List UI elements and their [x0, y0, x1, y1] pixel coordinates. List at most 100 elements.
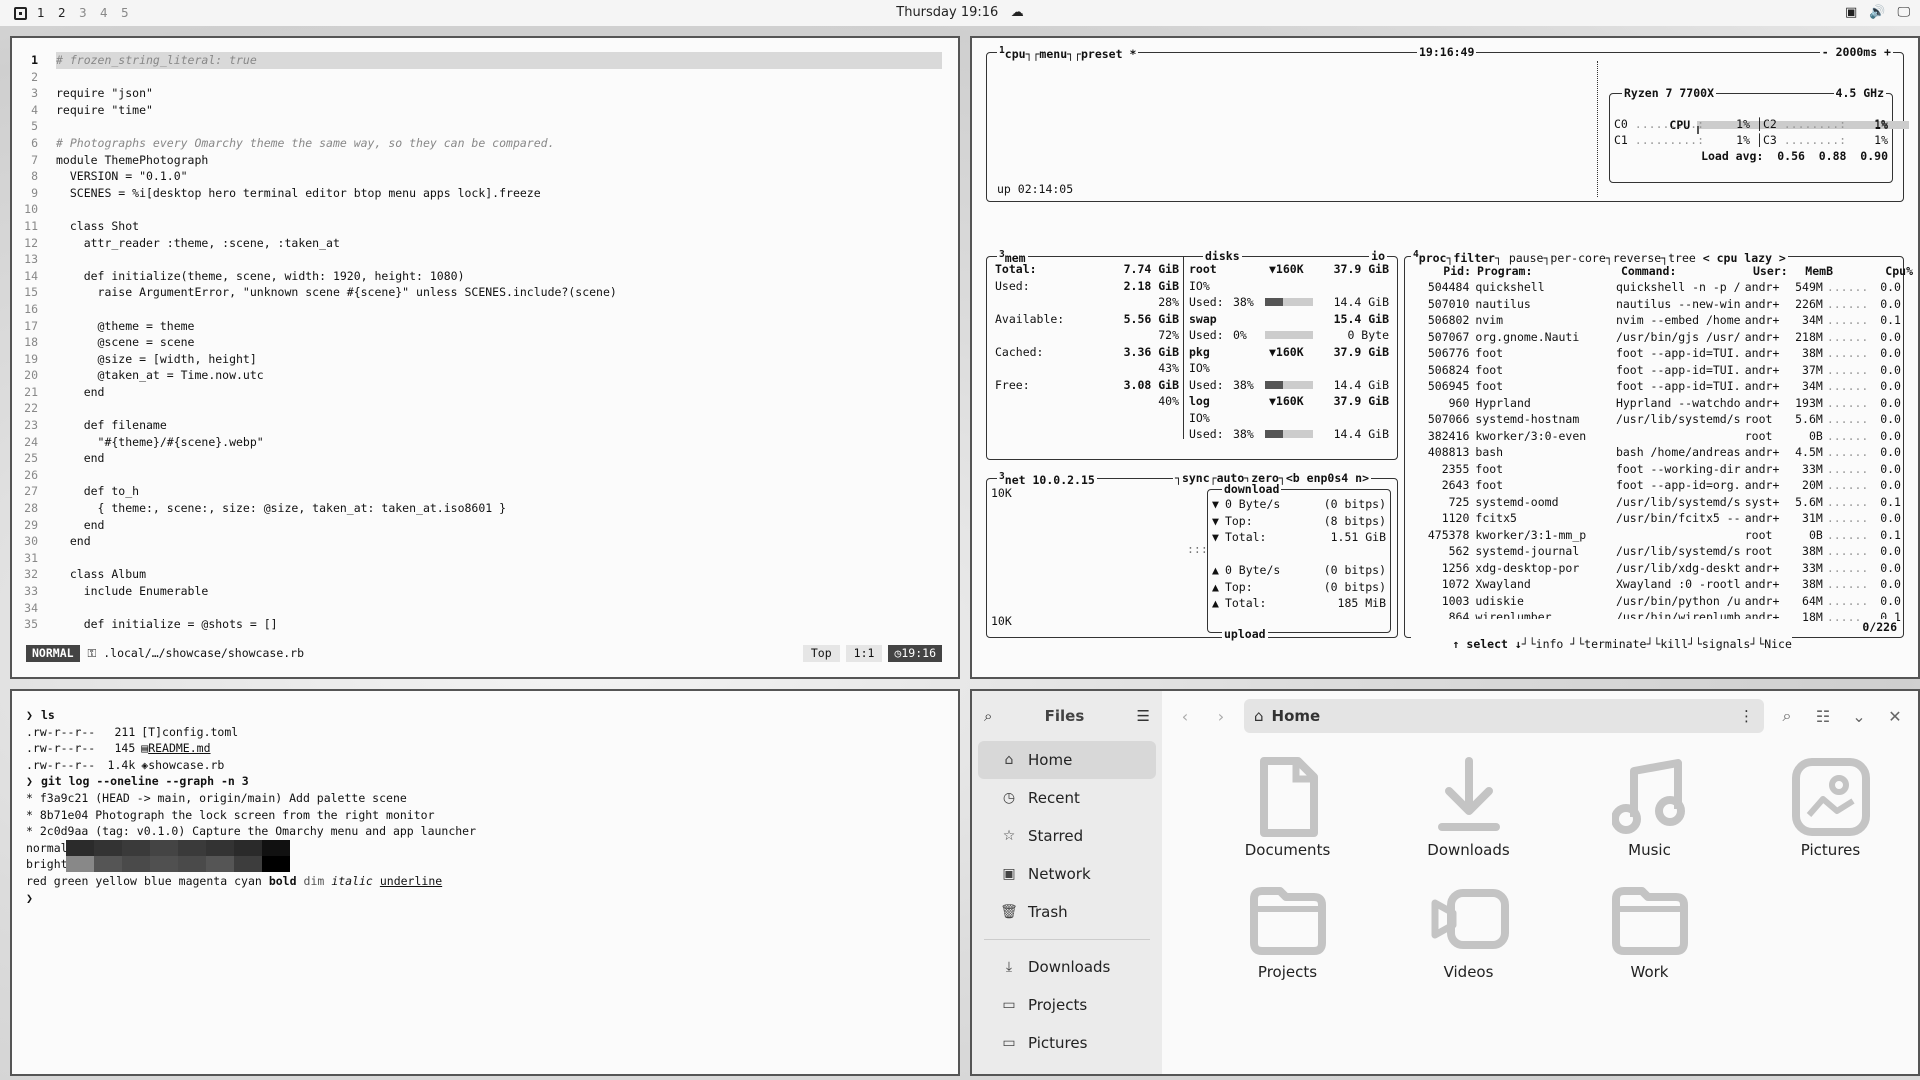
disk-name-row[interactable]: log ▼160K 37.9 GiB — [1189, 393, 1389, 410]
editor-line[interactable]: 14 def initialize(theme, scene, width: 1… — [12, 268, 958, 285]
editor-line[interactable]: 32 class Album — [12, 566, 958, 583]
editor-line[interactable]: 28 { theme:, scene:, size: @size, taken_… — [12, 500, 958, 517]
editor-line[interactable]: 12 attr_reader :theme, :scene, :taken_at — [12, 235, 958, 252]
sidebar-item-recent[interactable]: ◷ Recent — [978, 779, 1156, 817]
editor-line[interactable]: 29 end — [12, 517, 958, 534]
folder-documents[interactable]: Documents — [1197, 751, 1378, 859]
process-row[interactable]: 475378 kworker/3:1-mm_p root 0B...... 0.1 — [1405, 527, 1901, 544]
editor-line[interactable]: 11 class Shot — [12, 218, 958, 235]
editor-line[interactable]: 26 — [12, 467, 958, 484]
editor-line[interactable]: 10 — [12, 201, 958, 218]
editor-line[interactable]: 19 @size = [width, height] — [12, 351, 958, 368]
editor-line[interactable]: 2 — [12, 69, 958, 86]
editor-line[interactable]: 23 def filename — [12, 417, 958, 434]
terminal-prompt[interactable]: ❯ — [26, 890, 944, 907]
menu-icon[interactable]: ☰ — [1137, 707, 1150, 725]
path-home[interactable]: Home — [1272, 707, 1321, 725]
process-row[interactable]: 562 systemd-journal/usr/lib/systemd/s root… — [1405, 543, 1901, 560]
process-row[interactable]: 507066 systemd-hostnam/usr/lib/systemd/s r… — [1405, 411, 1901, 428]
editor-line[interactable]: 30 end — [12, 533, 958, 550]
editor-line[interactable]: 18 @scene = scene — [12, 334, 958, 351]
editor-line[interactable]: 20 @taken_at = Time.now.utc — [12, 367, 958, 384]
back-icon[interactable]: ‹ — [1172, 707, 1198, 726]
sidebar-item-downloads[interactable]: ⤓ Downloads — [978, 948, 1156, 986]
path-bar[interactable]: ⌂ Home ⋮ — [1244, 699, 1764, 733]
editor-line[interactable]: 13 — [12, 251, 958, 268]
editor-line[interactable]: 21 end — [12, 384, 958, 401]
folder-downloads[interactable]: Downloads — [1378, 751, 1559, 859]
view-list-icon[interactable]: ☷ — [1810, 707, 1836, 726]
editor-buffer[interactable]: 1 # frozen_string_literal: true 2 3 require … — [12, 52, 958, 633]
editor-line[interactable]: 33 include Enumerable — [12, 583, 958, 600]
process-row[interactable]: 504484 quickshell quickshell -n -p / andr+ 5… — [1405, 279, 1901, 296]
editor-window[interactable]: 1 # frozen_string_literal: true 2 3 require … — [10, 36, 960, 679]
folder-videos[interactable]: Videos — [1378, 873, 1559, 981]
disk-name-row[interactable]: pkg ▼160K 37.9 GiB — [1189, 344, 1389, 361]
editor-line[interactable]: 25 end — [12, 450, 958, 467]
editor-line[interactable]: 7 module ThemePhotograph — [12, 152, 958, 169]
btop-window[interactable]: 1cpu┐┌menu┐┌preset * 19:16:49 - 2000ms +… — [970, 36, 1920, 679]
view-options-icon[interactable]: ⌄ — [1846, 707, 1872, 726]
search-folder-icon[interactable]: ⌕ — [1774, 706, 1800, 726]
sidebar-item-projects[interactable]: ▭ Projects — [978, 986, 1156, 1024]
process-row[interactable]: 506776 foot foot --app-id=TUI. andr+ 38M....… — [1405, 345, 1901, 362]
process-row[interactable]: 725 systemd-oomd/usr/lib/systemd/s syst+ 5.… — [1405, 494, 1901, 511]
cpu-box-tabs[interactable]: 1cpu┐┌menu┐┌preset * — [997, 45, 1139, 61]
folder-work[interactable]: Work — [1559, 873, 1740, 981]
process-row[interactable]: 960 Hyprland Hyprland --watchdo andr+ 193M..… — [1405, 395, 1901, 412]
editor-line[interactable]: 35 def initialize = @shots = [] — [12, 616, 958, 633]
sidebar-item-home[interactable]: ⌂ Home — [978, 741, 1156, 779]
editor-line[interactable]: 31 — [12, 550, 958, 567]
editor-line[interactable]: 27 def to_h — [12, 483, 958, 500]
editor-line[interactable]: 6 # Photographs every Omarchy theme the s… — [12, 135, 958, 152]
search-icon[interactable]: ⌕ — [984, 707, 992, 725]
editor-line[interactable]: 16 — [12, 301, 958, 318]
process-row[interactable]: 506824 foot foot --app-id=TUI. andr+ 37M....… — [1405, 362, 1901, 379]
proc-header[interactable]: Pid: Program: Command: User: MemB Cpu% — [1405, 263, 1913, 280]
sidebar-item-network[interactable]: ▣ Network — [978, 855, 1156, 893]
editor-line[interactable]: 34 — [12, 600, 958, 617]
editor-line[interactable]: 9 SCENES = %i[desktop hero terminal edit… — [12, 185, 958, 202]
forward-icon[interactable]: › — [1208, 707, 1234, 726]
process-row[interactable]: 382416 kworker/3:0-even root 0B...... 0.0 — [1405, 428, 1901, 445]
volume-icon[interactable]: 🔊 — [1869, 5, 1885, 20]
editor-line[interactable]: 15 raise ArgumentError, "unknown scene #… — [12, 284, 958, 301]
process-row[interactable]: 506802 nvim nvim --embed /home andr+ 34M....… — [1405, 312, 1901, 329]
process-row[interactable]: 507067 org.gnome.Nauti/usr/bin/gjs /usr/a… — [1405, 329, 1901, 346]
path-menu-icon[interactable]: ⋮ — [1739, 707, 1754, 725]
process-row[interactable]: 1003 udiskie/usr/bin/python /u andr+ 64M...… — [1405, 593, 1901, 610]
files-window[interactable]: ⌕ Files ☰ ⌂ Home ◷ Recent ☆ Starred ▣ Network 🗑 T… — [970, 689, 1920, 1076]
disk-name-row[interactable]: root ▼160K 37.9 GiB — [1189, 261, 1389, 278]
editor-line[interactable]: 24 "#{theme}/#{scene}.webp" — [12, 434, 958, 451]
folder-music[interactable]: Music — [1559, 751, 1740, 859]
folder-projects[interactable]: Projects — [1197, 873, 1378, 981]
process-row[interactable]: 1072 Xwayland Xwayland :0 -rootl andr+ 38M..… — [1405, 576, 1901, 593]
terminal-output[interactable]: ❯ ls .rw-r--r-- 211 [T]config.toml .rw-r--r--… — [26, 707, 944, 906]
terminal-window[interactable]: ❯ ls .rw-r--r-- 211 [T]config.toml .rw-r--r--… — [10, 689, 960, 1076]
disk-name-row[interactable]: swap 15.4 GiB — [1189, 311, 1389, 328]
proc-footer[interactable]: ↑ select ↓┘└info ┘└terminate┘└kill┘└sign… — [1411, 619, 1792, 669]
editor-line[interactable]: 5 — [12, 118, 958, 135]
process-row[interactable]: 1256 xdg-desktop-por/usr/lib/xdg-deskt and… — [1405, 560, 1901, 577]
close-icon[interactable]: ✕ — [1882, 707, 1908, 726]
monitor-icon[interactable]: 🖵 — [1897, 5, 1910, 20]
window-icon[interactable]: ▣ — [1845, 5, 1857, 20]
sidebar-item-starred[interactable]: ☆ Starred — [978, 817, 1156, 855]
editor-line[interactable]: 17 @theme = theme — [12, 318, 958, 335]
process-row[interactable]: 1120 fcitx5/usr/bin/fcitx5 -- andr+ 31M....… — [1405, 510, 1901, 527]
sidebar-item-pictures[interactable]: ▭ Pictures — [978, 1024, 1156, 1062]
editor-line[interactable]: 3 require "json" — [12, 85, 958, 102]
editor-line[interactable]: 22 — [12, 400, 958, 417]
editor-line[interactable]: 1 # frozen_string_literal: true — [12, 52, 958, 69]
clock[interactable]: Thursday 19:16 ☁ — [0, 5, 1920, 20]
sidebar-item-trash[interactable]: 🗑 Trash — [978, 893, 1156, 931]
process-row[interactable]: 506945 foot foot --app-id=TUI. andr+ 34M....… — [1405, 378, 1901, 395]
process-row[interactable]: 2643 foot foot --app-id=org. andr+ 20M......… — [1405, 477, 1901, 494]
process-row[interactable]: 2355 foot foot --working-dir andr+ 33M......… — [1405, 461, 1901, 478]
process-row[interactable]: 408813 bash bash /home/andreas andr+ 4.5M...… — [1405, 444, 1901, 461]
process-row[interactable]: 507010 nautilus nautilus --new-win andr+ 226… — [1405, 296, 1901, 313]
folder-pictures[interactable]: Pictures — [1740, 751, 1918, 859]
update-rate[interactable]: - 2000ms + — [1819, 45, 1893, 59]
editor-line[interactable]: 4 require "time" — [12, 102, 958, 119]
process-list[interactable]: 504484 quickshell quickshell -n -p / andr+ 5… — [1405, 279, 1901, 626]
